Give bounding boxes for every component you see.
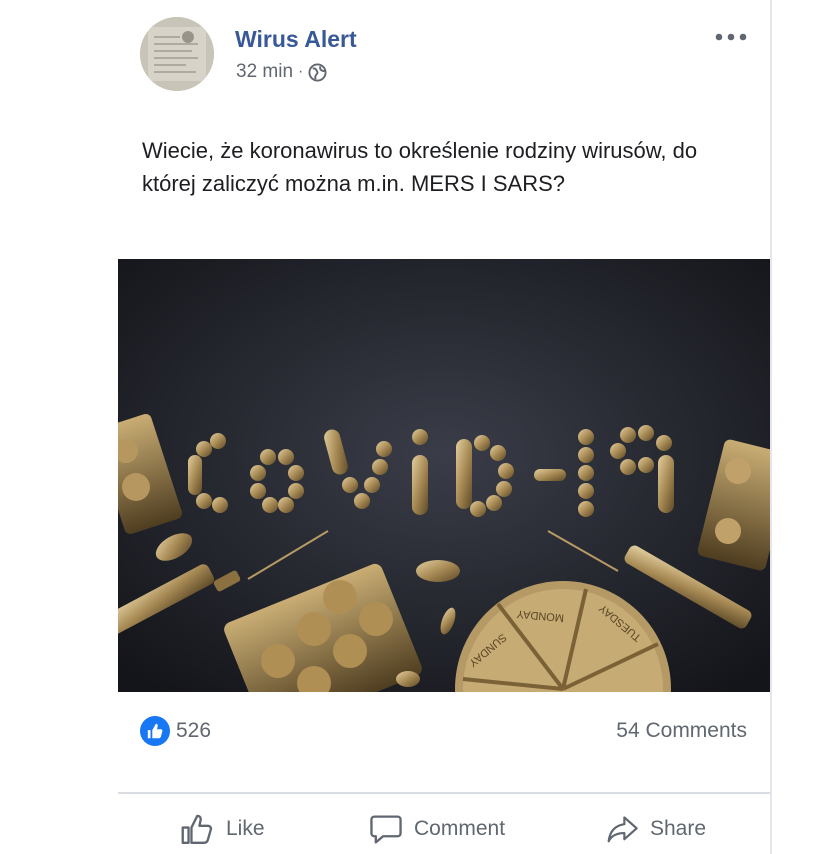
comment-button-label: Comment <box>414 817 506 840</box>
share-button[interactable]: Share <box>606 811 706 847</box>
reactions-summary[interactable]: 526 <box>140 716 211 746</box>
share-button-label: Share <box>650 817 707 840</box>
comments-count[interactable]: 54 Comments <box>616 719 747 743</box>
meta-separator: · <box>298 63 304 80</box>
like-button-label: Like <box>226 817 265 840</box>
actions-divider <box>118 792 770 794</box>
more-options-icon[interactable] <box>709 24 753 50</box>
globe-icon <box>308 62 327 82</box>
page-avatar[interactable] <box>140 17 214 91</box>
like-count: 526 <box>176 719 212 742</box>
like-button[interactable]: Like <box>180 811 265 847</box>
card-border <box>770 0 772 854</box>
like-reaction-icon <box>140 716 170 746</box>
page-name[interactable]: Wirus Alert <box>235 26 357 53</box>
share-arrow-icon <box>606 814 640 844</box>
post-text: Wiecie, że koronawirus to określenie rod… <box>142 138 698 196</box>
post-meta: 32 min · <box>236 61 327 83</box>
comment-button[interactable]: Comment <box>368 811 505 847</box>
comment-bubble-icon <box>368 813 404 845</box>
post-time[interactable]: 32 min <box>236 61 293 83</box>
thumbs-up-icon <box>180 813 216 845</box>
post-image[interactable]: MONDAY TUESDAY SUNDAY <box>118 259 770 692</box>
